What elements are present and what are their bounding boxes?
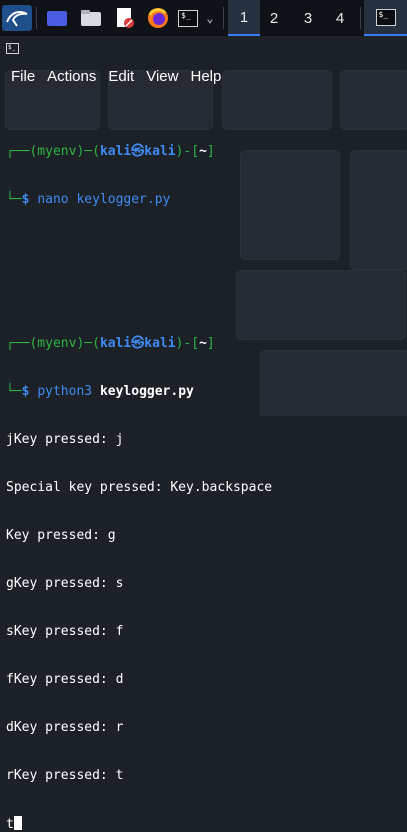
text-cursor [13,816,22,830]
panel-separator [36,7,37,29]
output-line: Key pressed: g [6,528,116,543]
output-line: fKey pressed: d [6,672,124,687]
output-line: sKey pressed: f [6,624,124,639]
terminal-output[interactable]: ┌──(myenv)─(kali㉿kali)-[~] └─$ nano keyl… [6,112,406,832]
output-line: Special key pressed: Key.backspace [6,480,273,495]
output-line: jKey pressed: j [6,432,124,447]
input-line[interactable]: t [6,816,406,832]
workspace-label: 4 [335,9,345,27]
top-panel: $_ ⌄ 1 2 3 4 $_ [0,0,407,37]
prompt-line-2: ┌──(myenv)─(kali㉿kali)-[~] [6,336,215,351]
text-editor-icon[interactable] [112,5,138,31]
prompt-at: ㉿ [131,336,145,351]
menu-view[interactable]: View [140,63,184,91]
panel-separator [360,7,361,29]
command-line-2: └─$ python3 keylogger.py [6,384,194,399]
venv-label: (myenv) [29,144,85,159]
command-line-1: └─$ nano keylogger.py [6,192,171,207]
command-arg: keylogger.py [99,384,194,399]
terminal-menu-bar: File Actions Edit View Help [0,63,407,91]
command-text: nano keylogger.py [37,192,171,207]
prompt-host: kali [144,144,176,159]
workspace-label: 1 [239,8,249,26]
venv-label: (myenv) [29,336,85,351]
terminal-launcher-icon[interactable]: $_ [175,5,201,31]
workspace-2[interactable]: 2 [258,0,290,36]
output-line: rKey pressed: t [6,768,124,783]
terminal-window-icon: $_ [6,43,19,54]
output-line: dKey pressed: r [6,720,124,735]
prompt-user: kali [99,336,132,351]
workspace-3[interactable]: 3 [292,0,324,36]
chevron-down-icon[interactable]: ⌄ [202,5,218,31]
prompt-dir: ~ [199,144,207,159]
kali-menu-icon[interactable] [2,5,32,31]
menu-edit[interactable]: Edit [102,63,140,91]
workspace-label: 3 [303,9,313,27]
workspace-1[interactable]: 1 [228,0,260,36]
prompt-line-1: ┌──(myenv)─(kali㉿kali)-[~] [6,144,215,159]
workspace-4[interactable]: 4 [324,0,356,36]
prompt-host: kali [144,336,176,351]
prompt-user: kali [99,144,132,159]
terminal-taskbar-button[interactable]: $_ [364,0,407,36]
panel-separator [223,7,224,29]
terminal-tab-bar: $_ [0,37,407,63]
prompt-at: ㉿ [131,144,145,159]
show-desktop-icon[interactable] [44,5,70,31]
output-line: gKey pressed: s [6,576,124,591]
firefox-icon[interactable] [145,5,171,31]
menu-help[interactable]: Help [184,63,227,91]
file-manager-icon[interactable] [78,5,104,31]
command-name: python3 [37,384,93,399]
terminal-icon: $_ [375,8,396,26]
prompt-dir: ~ [199,336,207,351]
menu-file[interactable]: File [0,63,41,91]
current-input: t [6,817,14,832]
workspace-label: 2 [269,9,279,27]
menu-actions[interactable]: Actions [41,63,102,91]
